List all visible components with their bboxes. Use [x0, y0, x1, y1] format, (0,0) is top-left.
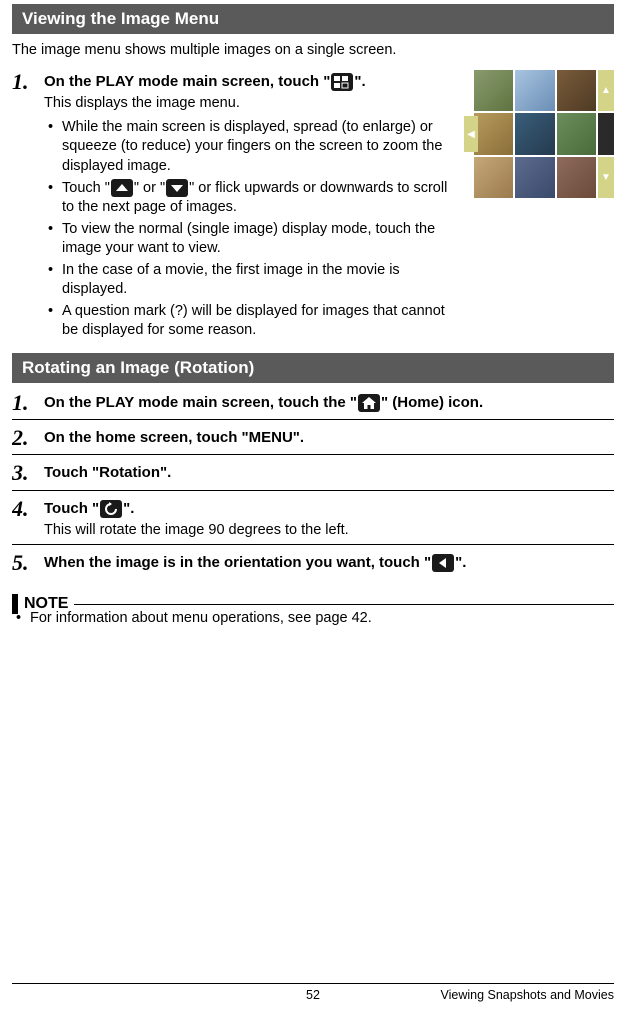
bullet-marker: • [44, 261, 62, 300]
scrollbar-track [598, 113, 614, 154]
chevron-down-icon [166, 179, 188, 197]
bullet-text: A question mark (?) will be displayed fo… [62, 302, 458, 341]
intro-text: The image menu shows multiple images on … [12, 42, 614, 58]
thumb-cell [474, 113, 513, 154]
text: On the PLAY mode main screen, touch the … [44, 394, 357, 411]
bullet-marker: • [44, 179, 62, 218]
step-desc: This displays the image menu. [44, 94, 458, 114]
step-instruction: On the PLAY mode main screen, touch " ". [44, 72, 458, 92]
step-number: 1. [12, 391, 44, 415]
step-1-rotation: 1. On the PLAY mode main screen, touch t… [12, 391, 614, 420]
thumb-cell [515, 70, 554, 111]
step-number: 1. [12, 70, 44, 94]
chevron-up-icon [111, 179, 133, 197]
step-number: 3. [12, 461, 44, 485]
step-2-rotation: 2. On the home screen, touch "MENU". [12, 426, 614, 455]
text: " (Home) icon. [381, 394, 483, 411]
bullet-item: • A question mark (?) will be displayed … [44, 302, 458, 341]
thumb-cell [515, 157, 554, 198]
step-desc: This will rotate the image 90 degrees to… [44, 521, 614, 541]
text: ". [354, 73, 365, 90]
bullet-text: Touch "" or "" or flick upwards or downw… [62, 179, 458, 218]
image-menu-thumbnail-preview: ◀ ▲ ▼ [466, 70, 614, 198]
step-instruction: When the image is in the orientation you… [44, 553, 614, 573]
back-icon [432, 554, 454, 572]
thumb-cell [515, 113, 554, 154]
rotate-icon [100, 500, 122, 518]
scroll-up-indicator: ▲ [598, 70, 614, 111]
note-bullet: • For information about menu operations,… [12, 609, 614, 629]
text: When the image is in the orientation you… [44, 554, 431, 571]
text: ". [123, 500, 134, 517]
bullet-marker: • [12, 609, 30, 629]
bullet-item: • While the main screen is displayed, sp… [44, 118, 458, 177]
image-menu-icon [331, 73, 353, 91]
note-text: For information about menu operations, s… [30, 609, 614, 629]
footer-chapter: Viewing Snapshots and Movies [441, 988, 615, 1002]
step-4-rotation: 4. Touch " ". This will rotate the image … [12, 497, 614, 546]
bullet-item: • In the case of a movie, the first imag… [44, 261, 458, 300]
thumb-cell [557, 157, 596, 198]
step-number: 2. [12, 426, 44, 450]
home-icon [358, 394, 380, 412]
text: " or " [134, 180, 165, 196]
text: Touch " [44, 500, 99, 517]
step-1-viewing: ◀ ▲ ▼ 1. On the PLAY mode main screen [12, 70, 614, 347]
text: ". [455, 554, 466, 571]
page-footer: 52 Viewing Snapshots and Movies [0, 983, 626, 1002]
step-3-rotation: 3. Touch "Rotation". [12, 461, 614, 490]
step-instruction: Touch "Rotation". [44, 463, 614, 483]
text: Touch " [62, 180, 110, 196]
step-number: 4. [12, 497, 44, 521]
text: On the PLAY mode main screen, touch " [44, 73, 330, 90]
step-number: 5. [12, 551, 44, 575]
bullet-item: • Touch "" or "" or flick upwards or dow… [44, 179, 458, 218]
scroll-left-indicator: ◀ [464, 116, 478, 152]
bullet-marker: • [44, 118, 62, 177]
note-rule [74, 604, 614, 605]
bullet-text: To view the normal (single image) displa… [62, 220, 458, 259]
step-instruction: On the PLAY mode main screen, touch the … [44, 393, 614, 413]
thumb-cell [474, 70, 513, 111]
note-block: NOTE • For information about menu operat… [12, 594, 614, 629]
bullet-text: In the case of a movie, the first image … [62, 261, 458, 300]
thumb-cell [557, 113, 596, 154]
bullet-marker: • [44, 302, 62, 341]
bullet-marker: • [44, 220, 62, 259]
bullet-text: While the main screen is displayed, spre… [62, 118, 458, 177]
scroll-down-indicator: ▼ [598, 157, 614, 198]
step-5-rotation: 5. When the image is in the orientation … [12, 551, 614, 579]
thumb-cell [474, 157, 513, 198]
thumb-cell [557, 70, 596, 111]
step-instruction: Touch " ". [44, 499, 614, 519]
section-header-viewing: Viewing the Image Menu [12, 4, 614, 34]
section-header-rotating: Rotating an Image (Rotation) [12, 353, 614, 383]
step-instruction: On the home screen, touch "MENU". [44, 428, 614, 448]
bullet-item: • To view the normal (single image) disp… [44, 220, 458, 259]
